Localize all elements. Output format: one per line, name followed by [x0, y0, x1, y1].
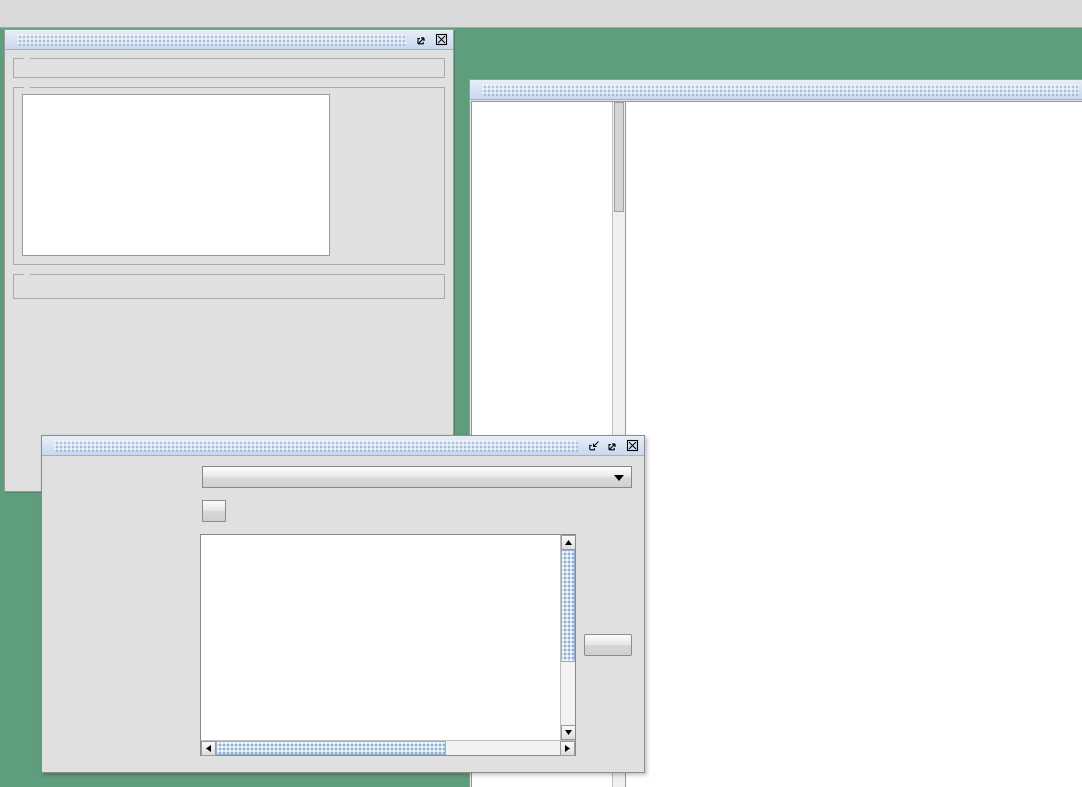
- raster-map-canvas[interactable]: [626, 102, 1078, 787]
- scroll-right-arrow-icon[interactable]: [560, 741, 575, 756]
- application-window: [0, 0, 1082, 787]
- layer-select-row: [54, 466, 632, 488]
- map-canvas-container[interactable]: [626, 101, 1082, 787]
- crs-select-row: [54, 500, 632, 522]
- apply-button[interactable]: [584, 634, 632, 656]
- prj-tools-close-button[interactable]: [624, 438, 641, 454]
- crs-browse-button[interactable]: [202, 500, 226, 522]
- wkt-horizontal-scrollbar[interactable]: [201, 740, 575, 756]
- prj-titlebar-texture: [54, 439, 578, 452]
- document-types-group: [13, 58, 445, 78]
- wkt-vertical-scrollbar[interactable]: [560, 535, 575, 740]
- wkt-textarea[interactable]: [201, 535, 560, 740]
- prj-tools-dialog: [41, 435, 645, 773]
- project-manager-titlebar: [5, 30, 453, 50]
- project-manager-maximize-button[interactable]: [414, 32, 431, 48]
- scroll-down-arrow-icon[interactable]: [561, 725, 575, 740]
- project-manager-close-button[interactable]: [433, 32, 450, 48]
- view-list[interactable]: [22, 94, 330, 256]
- scroll-left-arrow-icon[interactable]: [201, 741, 217, 756]
- wkt-textarea-wrapper: [200, 534, 576, 756]
- prj-tools-titlebar: [42, 436, 644, 456]
- toc-inner: [472, 102, 625, 104]
- wkt-vscroll-track[interactable]: [561, 550, 575, 725]
- main-toolbar: [0, 0, 1082, 28]
- wkt-vscroll-thumb[interactable]: [561, 550, 575, 662]
- customize-label: [54, 534, 200, 634]
- view-titlebar-texture: [482, 83, 1079, 96]
- toc-scrollbar-thumb[interactable]: [614, 102, 624, 212]
- view-buttons: [340, 94, 436, 256]
- prj-tools-restore-button[interactable]: [586, 438, 603, 454]
- view-window-titlebar: [470, 80, 1082, 100]
- document-types-row: [22, 65, 436, 69]
- wkt-textarea-top: [201, 535, 575, 740]
- layer-select-combo[interactable]: [202, 466, 632, 488]
- project-manager-window: [4, 29, 454, 492]
- view-area: [22, 94, 436, 256]
- project-manager-body: [5, 50, 453, 307]
- prj-tools-body: [42, 456, 644, 766]
- prj-tools-maximize-button[interactable]: [605, 438, 622, 454]
- view-group: [13, 87, 445, 265]
- apply-wrapper: [584, 534, 632, 656]
- wkt-hscroll-thumb[interactable]: [216, 741, 447, 755]
- chevron-down-icon: [614, 475, 624, 481]
- scroll-up-arrow-icon[interactable]: [561, 535, 575, 550]
- customize-row: [54, 534, 632, 756]
- titlebar-texture: [17, 33, 406, 46]
- wkt-hscroll-track[interactable]: [216, 741, 560, 755]
- session-group: [13, 274, 445, 299]
